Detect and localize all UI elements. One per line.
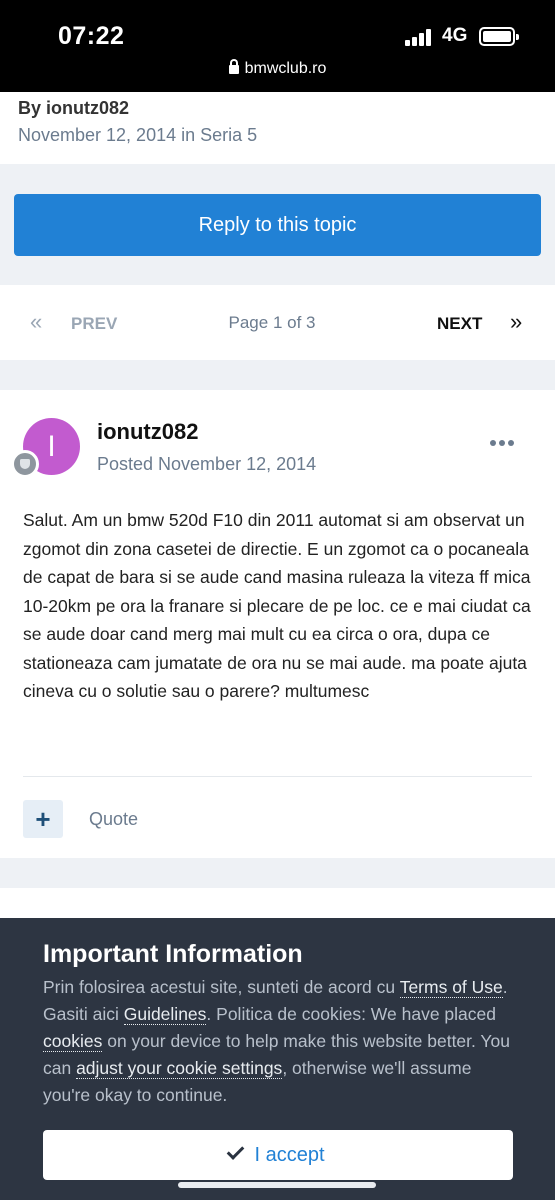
cookie-settings-link[interactable]: adjust your cookie settings xyxy=(76,1058,283,1079)
more-icon[interactable] xyxy=(490,440,516,448)
terms-link[interactable]: Terms of Use xyxy=(399,977,503,998)
cookie-banner: Important Information Prin folosirea ace… xyxy=(0,918,555,1200)
accept-label: I accept xyxy=(254,1144,325,1166)
guidelines-link[interactable]: Guidelines xyxy=(123,1004,207,1025)
rank-badge-icon xyxy=(11,450,39,478)
cookie-text-part: . Politica de cookies: We have placed xyxy=(206,1004,496,1024)
post: I ionutz082 Posted November 12, 2014 Sal… xyxy=(0,390,555,858)
post-author[interactable]: ionutz082 xyxy=(97,419,198,445)
lock-icon xyxy=(228,59,239,74)
status-bar: 07:22 4G bmwclub.ro xyxy=(0,0,555,92)
network-type: 4G xyxy=(442,25,468,46)
reply-button[interactable]: Reply to this topic xyxy=(14,194,541,256)
cookie-text: Prin folosirea acestui site, sunteti de … xyxy=(43,974,517,1109)
post-body: Salut. Am un bmw 520d F10 din 2011 autom… xyxy=(23,510,531,701)
topic-header: By ionutz082 November 12, 2014 in Seria … xyxy=(0,92,555,164)
post-date: Posted November 12, 2014 xyxy=(97,454,317,474)
pagination: « PREV Page 1 of 3 NEXT » xyxy=(0,285,555,360)
quote-button[interactable]: Quote xyxy=(89,809,138,830)
signal-icon xyxy=(405,28,433,46)
cookie-title: Important Information xyxy=(43,940,303,968)
topic-author[interactable]: By ionutz082 xyxy=(18,98,129,119)
plus-button[interactable]: + xyxy=(23,800,63,838)
cookies-link[interactable]: cookies xyxy=(43,1031,103,1052)
battery-icon xyxy=(479,27,519,46)
url-text: bmwclub.ro xyxy=(244,60,327,77)
accept-button[interactable]: I accept xyxy=(43,1130,513,1180)
divider xyxy=(23,776,532,777)
topic-meta: November 12, 2014 in Seria 5 xyxy=(18,125,258,145)
status-time: 07:22 xyxy=(58,22,125,50)
check-icon xyxy=(227,1142,245,1160)
next-arrows-icon[interactable]: » xyxy=(510,309,522,335)
url-bar[interactable]: bmwclub.ro xyxy=(0,59,555,78)
home-indicator[interactable] xyxy=(178,1182,376,1188)
next-button[interactable]: NEXT xyxy=(437,314,482,334)
cookie-text-part: Prin folosirea acestui site, sunteti de … xyxy=(43,977,400,997)
